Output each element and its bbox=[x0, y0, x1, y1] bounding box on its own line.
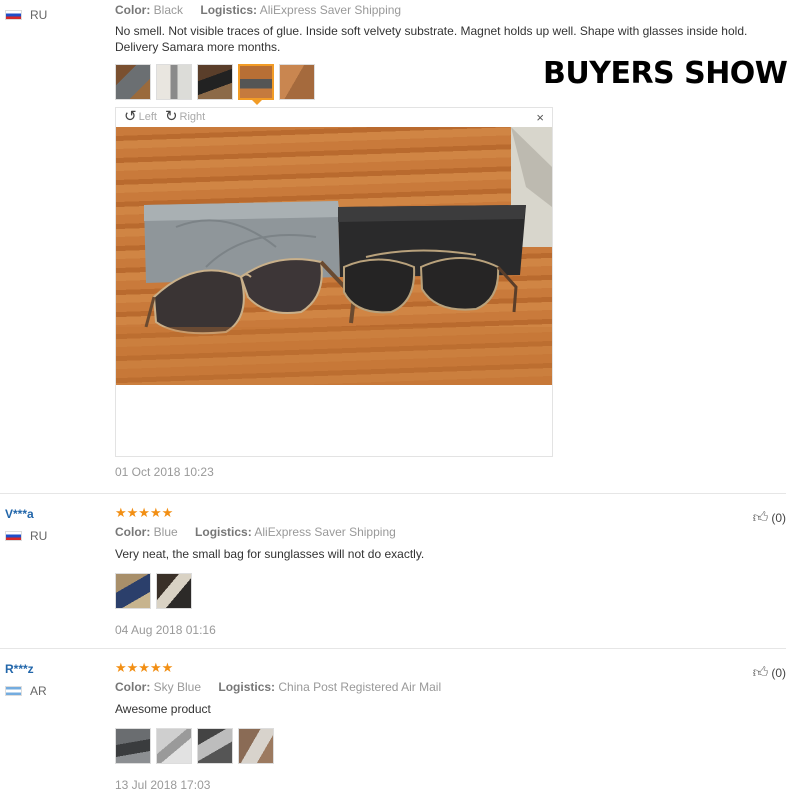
rotate-right-icon: ↻ bbox=[164, 108, 178, 125]
color-key: Color: bbox=[115, 680, 151, 694]
logistics-key: Logistics: bbox=[195, 525, 252, 539]
color-value: Blue bbox=[153, 525, 178, 539]
logistics-value: AliExpress Saver Shipping bbox=[254, 525, 396, 539]
review-photo-thumbnails bbox=[115, 728, 775, 764]
color-value: Black bbox=[153, 3, 184, 17]
review-meta: Color: Sky Blue Logistics: China Post Re… bbox=[115, 678, 775, 696]
russia-flag-icon bbox=[5, 10, 22, 20]
photo-thumbnail[interactable] bbox=[115, 64, 151, 100]
color-key: Color: bbox=[115, 525, 151, 539]
logistics-key: Logistics: bbox=[200, 3, 258, 17]
logistics-value: China Post Registered Air Mail bbox=[278, 680, 442, 694]
rotate-right-button[interactable]: ↻ Right bbox=[164, 108, 206, 125]
photo-thumbnail[interactable] bbox=[197, 728, 233, 764]
photo-thumbnail[interactable] bbox=[279, 64, 315, 100]
photo-thumbnail[interactable] bbox=[156, 573, 192, 609]
rotate-left-icon: ↺ bbox=[124, 108, 137, 125]
helpful-button[interactable]: 👍︎ (0) bbox=[753, 664, 786, 682]
photo-viewer: ↺ Left ↻ Right × bbox=[115, 107, 553, 457]
photo-thumbnail[interactable] bbox=[115, 728, 151, 764]
helpful-count: (0) bbox=[771, 666, 786, 680]
review-text: Very neat, the small bag for sunglasses … bbox=[115, 547, 425, 561]
country-code: RU bbox=[30, 8, 48, 22]
reviewer-info: V***a RU bbox=[5, 507, 105, 543]
review-meta: Color: Blue Logistics: AliExpress Saver … bbox=[115, 523, 775, 541]
color-value: Sky Blue bbox=[153, 680, 202, 694]
reviewer-country: RU bbox=[5, 8, 105, 22]
reviewer-info: RU bbox=[5, 8, 105, 22]
viewer-toolbar: ↺ Left ↻ Right bbox=[116, 108, 552, 126]
review-text: No smell. Not visible traces of glue. In… bbox=[115, 24, 748, 54]
rotate-left-button[interactable]: ↺ Left bbox=[124, 108, 157, 125]
reviewer-info: R***z AR bbox=[5, 662, 105, 698]
country-code: AR bbox=[30, 684, 47, 698]
helpful-count: (0) bbox=[771, 511, 786, 525]
logistics-value: AliExpress Saver Shipping bbox=[259, 3, 402, 17]
reviewer-country: AR bbox=[5, 684, 105, 698]
rotate-left-label: Left bbox=[138, 111, 157, 123]
rotate-right-label: Right bbox=[179, 111, 206, 123]
review-divider bbox=[0, 493, 786, 494]
thumbs-up-icon: 👍︎ bbox=[752, 664, 769, 681]
selected-thumb-pointer bbox=[252, 100, 262, 105]
color-key: Color: bbox=[115, 3, 151, 17]
thumbs-up-icon: 👍︎ bbox=[752, 509, 769, 526]
review-divider bbox=[0, 648, 786, 649]
buyers-show-banner: BUYERS SHOW bbox=[543, 56, 788, 91]
review-photo-thumbnails bbox=[115, 573, 775, 609]
photo-thumbnail[interactable] bbox=[115, 573, 151, 609]
star-rating: ★★★★★ bbox=[115, 505, 174, 520]
reviewer-name[interactable]: R***z bbox=[5, 662, 105, 678]
review-photo-large bbox=[116, 127, 552, 385]
helpful-button[interactable]: 👍︎ (0) bbox=[753, 509, 786, 527]
country-code: RU bbox=[30, 529, 48, 543]
photo-thumbnail[interactable] bbox=[197, 64, 233, 100]
photo-thumbnail-selected[interactable] bbox=[238, 64, 274, 100]
star-rating: ★★★★★ bbox=[115, 660, 174, 675]
argentina-flag-icon bbox=[5, 686, 22, 696]
photo-thumbnail[interactable] bbox=[238, 728, 274, 764]
reviewer-country: RU bbox=[5, 529, 105, 543]
logistics-key: Logistics: bbox=[218, 680, 276, 694]
russia-flag-icon bbox=[5, 531, 22, 541]
photo-thumbnail[interactable] bbox=[156, 64, 192, 100]
review-meta: Color: Black Logistics: AliExpress Saver… bbox=[115, 1, 775, 19]
close-viewer-button[interactable]: × bbox=[536, 110, 544, 125]
photo-thumbnail[interactable] bbox=[156, 728, 192, 764]
review-date: 13 Jul 2018 17:03 bbox=[115, 778, 211, 792]
review-date: 04 Aug 2018 01:16 bbox=[115, 623, 216, 637]
review-photo-thumbnails bbox=[115, 64, 315, 100]
sunglasses-photo bbox=[116, 127, 552, 385]
review-text: Awesome product bbox=[115, 702, 211, 716]
reviewer-name[interactable]: V***a bbox=[5, 507, 105, 523]
review-date: 01 Oct 2018 10:23 bbox=[115, 465, 214, 479]
